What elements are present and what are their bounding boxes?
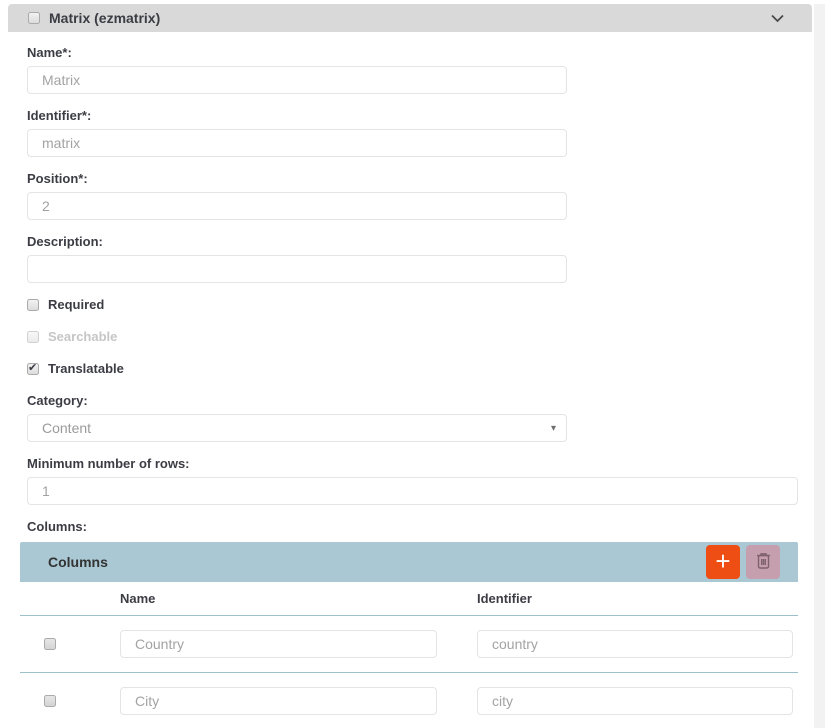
- scrollbar-gutter: [814, 4, 825, 728]
- row-select-checkbox[interactable]: [44, 638, 56, 650]
- description-input[interactable]: [27, 255, 567, 283]
- column-row: [20, 672, 798, 728]
- column-header-identifier: Identifier: [477, 591, 798, 606]
- category-select[interactable]: Content ▾: [27, 414, 567, 442]
- columns-table-column-headers: Name Identifier: [20, 582, 798, 616]
- required-row: Required: [27, 298, 798, 311]
- plus-icon: +: [715, 548, 730, 574]
- translatable-checkbox[interactable]: [27, 363, 39, 375]
- column-name-input[interactable]: [120, 630, 437, 658]
- searchable-row: Searchable: [27, 330, 798, 343]
- columns-table-title: Columns: [48, 554, 108, 570]
- category-selected-value: Content: [42, 420, 91, 436]
- position-input[interactable]: [27, 192, 567, 220]
- name-label: Name*:: [27, 46, 798, 60]
- min-rows-input[interactable]: [27, 477, 798, 505]
- required-checkbox[interactable]: [27, 299, 39, 311]
- translatable-row: Translatable: [27, 362, 798, 375]
- panel-title: Matrix (ezmatrix): [49, 10, 160, 26]
- column-header-name: Name: [120, 591, 477, 606]
- searchable-label: Searchable: [48, 329, 117, 344]
- column-identifier-input[interactable]: [477, 630, 793, 658]
- fieldtype-edit-form: Name*: Identifier*: Position*: Descripti…: [27, 46, 798, 728]
- columns-table: Columns +: [20, 542, 798, 728]
- chevron-down-icon[interactable]: [771, 14, 784, 23]
- category-label: Category:: [27, 394, 798, 408]
- column-name-input[interactable]: [120, 687, 437, 715]
- columns-table-header-bar: Columns +: [20, 542, 798, 582]
- add-column-button[interactable]: +: [706, 545, 740, 579]
- row-select-checkbox[interactable]: [44, 695, 56, 707]
- min-rows-label: Minimum number of rows:: [27, 457, 798, 471]
- select-dropdown-arrow-icon: ▾: [551, 423, 556, 434]
- identifier-input[interactable]: [27, 129, 567, 157]
- description-label: Description:: [27, 235, 798, 249]
- translatable-label: Translatable: [48, 361, 124, 376]
- trash-icon: [755, 551, 772, 573]
- column-row: [20, 616, 798, 672]
- column-identifier-input[interactable]: [477, 687, 793, 715]
- searchable-checkbox: [27, 331, 39, 343]
- required-label: Required: [48, 297, 104, 312]
- fieldtype-panel-header[interactable]: Matrix (ezmatrix): [8, 4, 812, 32]
- position-label: Position*:: [27, 172, 798, 186]
- identifier-label: Identifier*:: [27, 109, 798, 123]
- columns-field-label: Columns:: [27, 520, 798, 534]
- delete-column-button: [746, 545, 780, 579]
- name-input[interactable]: [27, 66, 567, 94]
- fieldtype-select-checkbox[interactable]: [28, 12, 40, 24]
